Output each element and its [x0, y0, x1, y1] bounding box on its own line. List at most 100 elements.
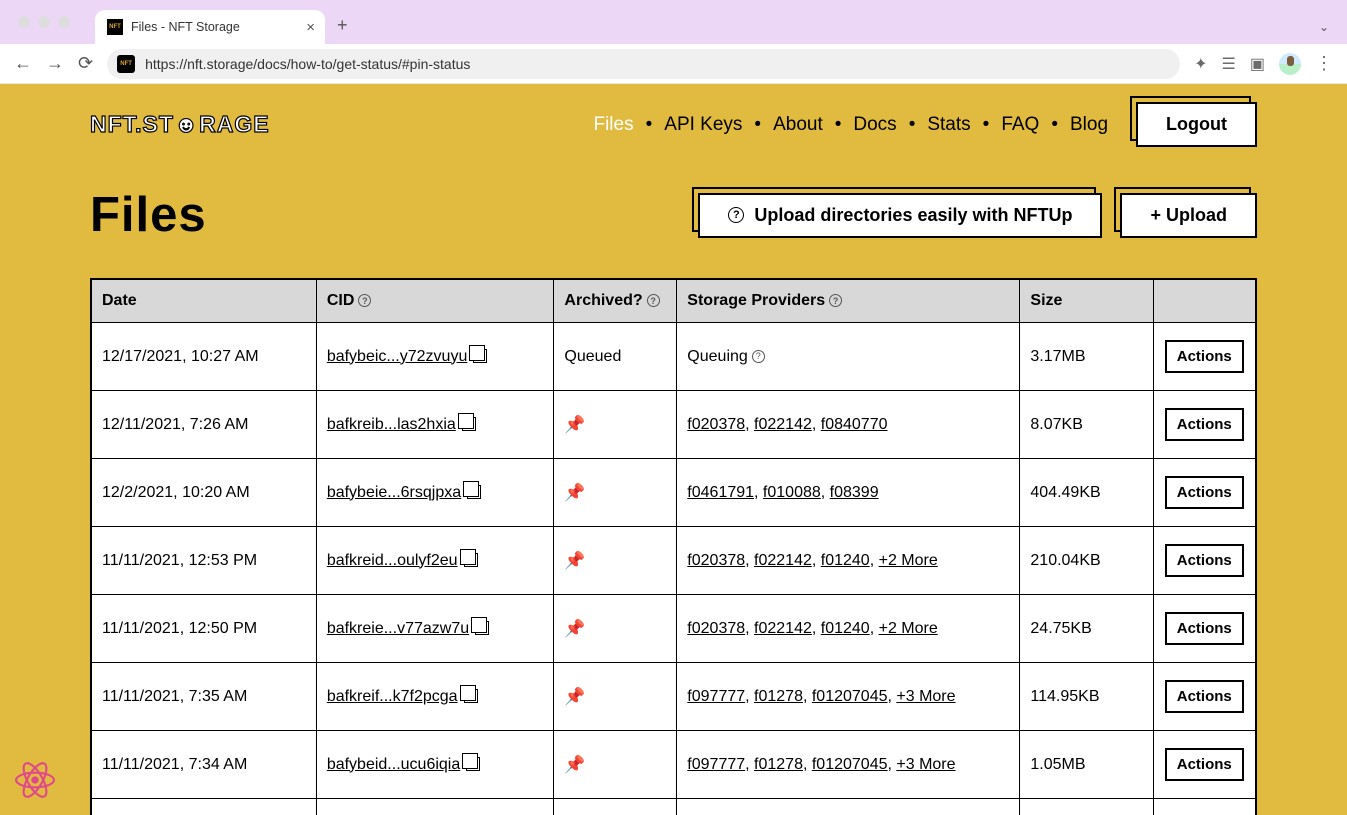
nav-sep: • [646, 114, 653, 136]
table-row: 11/11/2021, 12:50 PMbafkreie...v77azw7u📌… [91, 595, 1256, 663]
copy-icon[interactable] [464, 689, 478, 703]
cell-date: 11/11/2021, 7:35 AM [91, 663, 316, 731]
provider-link[interactable]: f020378 [687, 416, 745, 433]
menu-icon[interactable]: ⋮ [1315, 53, 1333, 74]
nav-blog[interactable]: Blog [1070, 114, 1108, 136]
cid-link[interactable]: bafybeie...6rsqjpxa [327, 484, 461, 501]
cell-actions: Actions [1153, 663, 1256, 731]
more-link[interactable]: +2 More [879, 552, 938, 569]
provider-link[interactable]: f01207045 [812, 688, 888, 705]
provider-link[interactable]: f01278 [754, 688, 803, 705]
help-icon[interactable]: ? [647, 294, 660, 307]
reload-button[interactable]: ⟳ [78, 53, 93, 74]
cell-archived: 📌 [554, 731, 677, 799]
viewport: NFT.ST☻RAGE Files•API Keys•About•Docs•St… [0, 84, 1347, 815]
cell-providers: f0461791, f010088, f08399 [677, 459, 1020, 527]
table-row: 12/11/2021, 7:26 AMbafkreib...las2hxia📌f… [91, 391, 1256, 459]
profile-avatar[interactable] [1279, 53, 1301, 75]
provider-link[interactable]: f01207045 [812, 756, 888, 773]
panel-icon[interactable]: ▣ [1250, 54, 1265, 74]
nav-docs[interactable]: Docs [853, 114, 896, 136]
cell-actions: Actions [1153, 459, 1256, 527]
copy-icon[interactable] [473, 349, 487, 363]
provider-link[interactable]: f022142 [754, 620, 812, 637]
provider-link[interactable]: f020378 [687, 552, 745, 569]
traffic-light-max[interactable] [58, 16, 70, 28]
cid-link[interactable]: bafkreif...k7f2pcga [327, 688, 458, 705]
cell-archived: Queued [554, 323, 677, 391]
cell-providers: f020378, f022142, f01240, +2 More [677, 527, 1020, 595]
cid-link[interactable]: bafybeic...y72zvuyu [327, 348, 468, 365]
reading-list-icon[interactable]: ☰ [1222, 54, 1236, 74]
back-button[interactable]: ← [14, 53, 32, 74]
close-icon[interactable]: × [306, 19, 315, 36]
provider-link[interactable]: f01240 [821, 620, 870, 637]
cell-actions: Actions [1153, 323, 1256, 391]
provider-link[interactable]: f01240 [821, 552, 870, 569]
provider-link[interactable]: f022142 [754, 552, 812, 569]
nftup-button[interactable]: ? Upload directories easily with NFTUp [698, 193, 1102, 238]
provider-link[interactable]: f08399 [830, 484, 879, 501]
actions-button[interactable]: Actions [1165, 408, 1244, 441]
more-link[interactable]: +2 More [879, 620, 938, 637]
logout-button[interactable]: Logout [1136, 102, 1257, 147]
cid-link[interactable]: bafkreib...las2hxia [327, 416, 456, 433]
cell-archived: 📌 [554, 527, 677, 595]
col-cid-label: CID [327, 292, 355, 309]
cell-providers: Queuing? [677, 323, 1020, 391]
cell-archived: 📌 [554, 799, 677, 815]
provider-link[interactable]: f0461791 [687, 484, 754, 501]
devtools-badge[interactable] [14, 759, 56, 801]
page-title: Files [90, 187, 207, 243]
help-icon[interactable]: ? [752, 350, 765, 363]
more-link[interactable]: +3 More [896, 688, 955, 705]
provider-link[interactable]: f097777 [687, 756, 745, 773]
cell-actions: Actions [1153, 799, 1256, 815]
cid-link[interactable]: bafybeid...ucu6iqia [327, 756, 460, 773]
actions-button[interactable]: Actions [1165, 612, 1244, 645]
provider-link[interactable]: f0840770 [821, 416, 888, 433]
nav-about[interactable]: About [773, 114, 823, 136]
col-date: Date [91, 279, 316, 323]
provider-link[interactable]: f097777 [687, 688, 745, 705]
cell-providers: f020378, f022142, f01240, +2 More [677, 595, 1020, 663]
address-bar[interactable]: NFT https://nft.storage/docs/how-to/get-… [107, 49, 1180, 79]
actions-button[interactable]: Actions [1165, 680, 1244, 713]
new-tab-button[interactable]: + [337, 15, 348, 36]
actions-button[interactable]: Actions [1165, 340, 1244, 373]
copy-icon[interactable] [464, 553, 478, 567]
traffic-light-close[interactable] [18, 16, 30, 28]
actions-button[interactable]: Actions [1165, 748, 1244, 781]
nav-stats[interactable]: Stats [927, 114, 970, 136]
site-icon: NFT [117, 55, 135, 73]
provider-link[interactable]: f010088 [763, 484, 821, 501]
extensions-icon[interactable]: ✦ [1194, 54, 1207, 74]
cell-archived: 📌 [554, 459, 677, 527]
chevron-down-icon[interactable]: ⌄ [1319, 20, 1329, 34]
nav-api-keys[interactable]: API Keys [664, 114, 742, 136]
provider-link[interactable]: f01278 [754, 756, 803, 773]
help-icon[interactable]: ? [829, 294, 842, 307]
copy-icon[interactable] [462, 417, 476, 431]
nav-faq[interactable]: FAQ [1001, 114, 1039, 136]
help-icon[interactable]: ? [358, 294, 371, 307]
upload-button[interactable]: + Upload [1120, 193, 1257, 238]
provider-link[interactable]: f020378 [687, 620, 745, 637]
logo[interactable]: NFT.ST☻RAGE [90, 111, 270, 138]
provider-link[interactable]: f022142 [754, 416, 812, 433]
browser-tab[interactable]: NFT Files - NFT Storage × [95, 10, 325, 44]
nav-files[interactable]: Files [593, 114, 633, 136]
traffic-light-min[interactable] [38, 16, 50, 28]
actions-button[interactable]: Actions [1165, 544, 1244, 577]
copy-icon[interactable] [475, 621, 489, 635]
more-link[interactable]: +3 More [896, 756, 955, 773]
copy-icon[interactable] [467, 485, 481, 499]
cell-date: 12/17/2021, 10:27 AM [91, 323, 316, 391]
actions-button[interactable]: Actions [1165, 476, 1244, 509]
cid-link[interactable]: bafkreid...oulyf2eu [327, 552, 458, 569]
cell-size: 1.05MB [1020, 731, 1153, 799]
cid-link[interactable]: bafkreie...v77azw7u [327, 620, 469, 637]
forward-button[interactable]: → [46, 53, 64, 74]
copy-icon[interactable] [466, 757, 480, 771]
cell-cid: bafkreie...v77azw7u [316, 595, 554, 663]
